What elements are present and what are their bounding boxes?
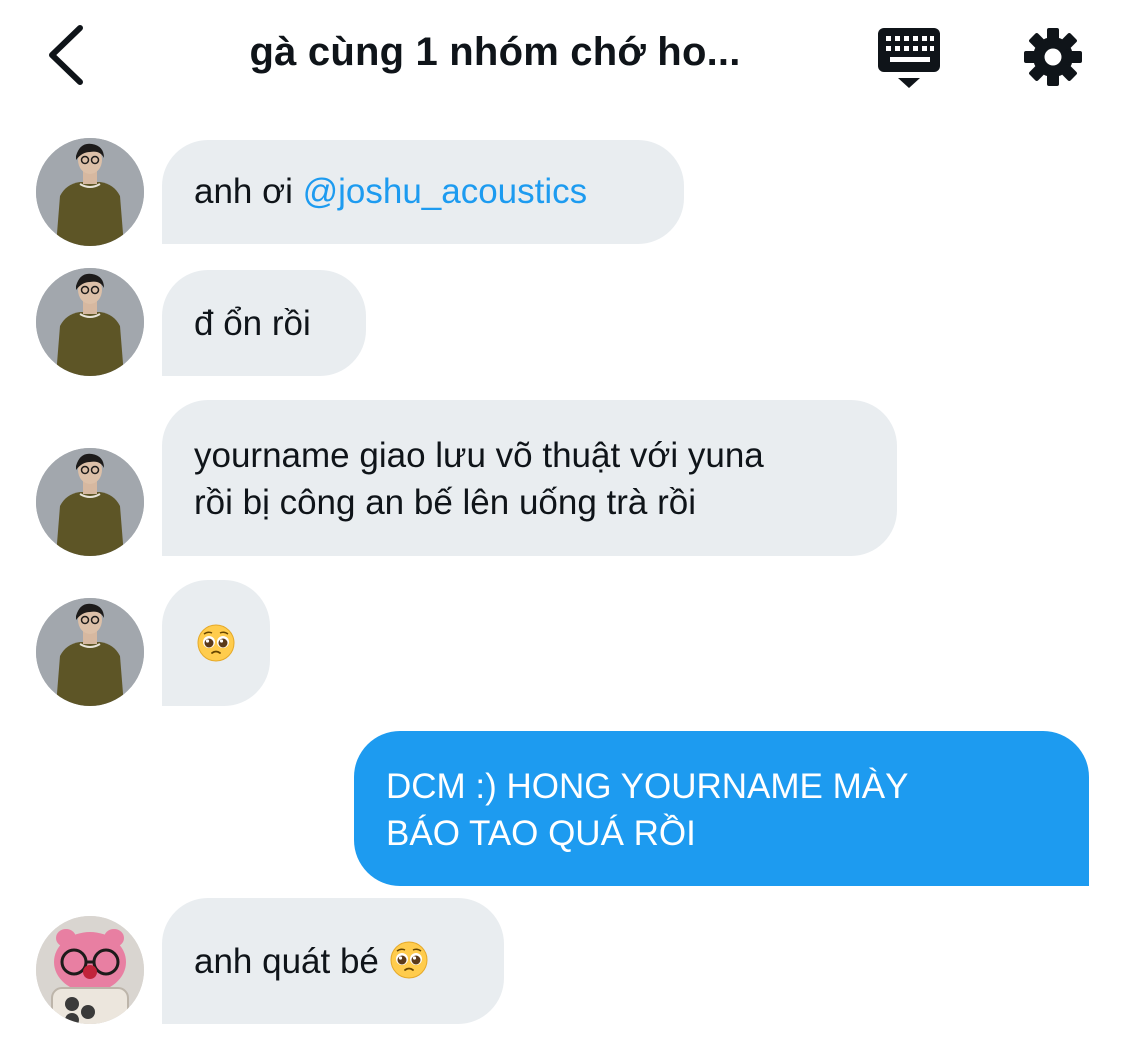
message-bubble[interactable]: yourname giao lưu võ thuật với yuna rồi … — [162, 400, 897, 556]
avatar-man-olive-shirt — [36, 138, 144, 246]
message-text-line: BÁO TAO QUÁ RỒI — [386, 814, 696, 853]
back-button[interactable] — [40, 22, 100, 88]
sender-avatar[interactable] — [36, 448, 144, 556]
keyboard-shortcuts-button[interactable] — [876, 26, 944, 90]
message-text-line: yourname giao lưu võ thuật với yuna — [194, 436, 764, 475]
sender-avatar[interactable] — [36, 138, 144, 246]
message-text: anh quát bé — [194, 942, 389, 981]
avatar-man-olive-shirt — [36, 268, 144, 376]
message-text: đ ổn rồi — [194, 304, 311, 343]
message-bubble-outgoing[interactable]: DCM :) HONG YOURNAME MÀY BÁO TAO QUÁ RỒI — [354, 731, 1089, 886]
keyboard-icon — [878, 28, 940, 88]
conversation-settings-button[interactable] — [1020, 26, 1086, 88]
message-text-line: DCM :) HONG YOURNAME MÀY — [386, 767, 909, 806]
conversation-title[interactable]: gà cùng 1 nhóm chớ ho... — [190, 30, 800, 75]
sender-avatar[interactable] — [36, 916, 144, 1024]
conversation-header: gà cùng 1 nhóm chớ ho... — [0, 0, 1125, 112]
pleading-face-emoji: 🥺 — [389, 940, 429, 980]
message-bubble[interactable]: anh ơi @joshu_acoustics — [162, 140, 684, 244]
pleading-face-emoji: 🥺 — [196, 623, 236, 663]
avatar-pink-plush-glasses — [36, 916, 144, 1024]
avatar-man-olive-shirt — [36, 448, 144, 556]
message-text: anh ơi — [194, 172, 303, 211]
message-text-line: rồi bị công an bế lên uống trà rồi — [194, 483, 696, 522]
message-bubble[interactable]: 🥺 — [162, 580, 270, 706]
sender-avatar[interactable] — [36, 598, 144, 706]
gear-icon — [1024, 28, 1082, 86]
user-mention-link[interactable]: @joshu_acoustics — [303, 172, 588, 211]
message-bubble[interactable]: anh quát bé 🥺 — [162, 898, 504, 1024]
message-bubble[interactable]: đ ổn rồi — [162, 270, 366, 376]
chevron-left-icon — [49, 25, 83, 85]
avatar-man-olive-shirt — [36, 598, 144, 706]
sender-avatar[interactable] — [36, 268, 144, 376]
